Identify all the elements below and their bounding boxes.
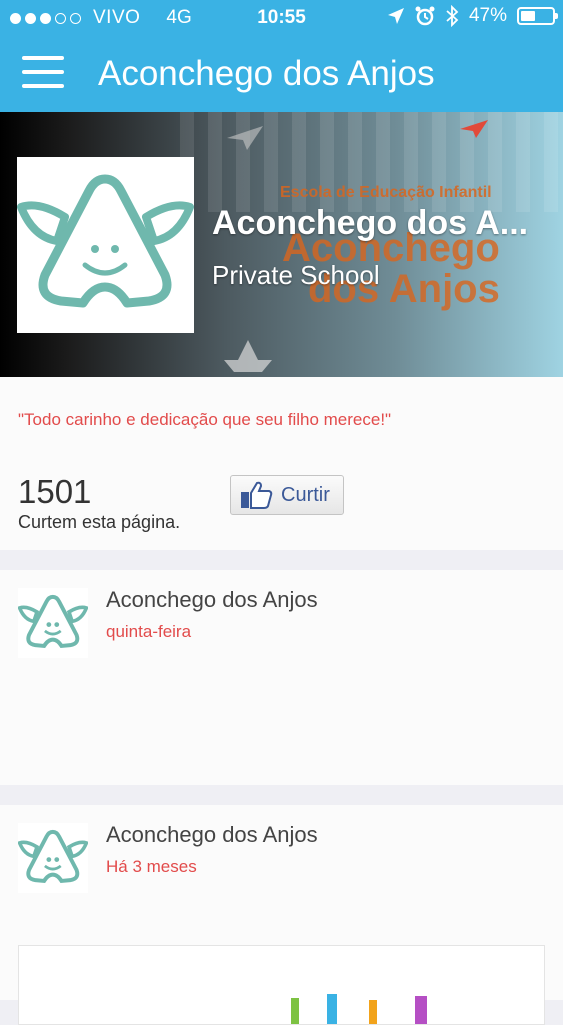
post-image[interactable] <box>18 945 545 1025</box>
page-name: Aconchego dos A... <box>212 204 529 242</box>
page-title: Aconchego dos Anjos <box>98 54 435 93</box>
angel-logo-icon <box>17 174 194 308</box>
likes-label: Curtem esta página. <box>18 512 181 532</box>
page-quote: "Todo carinho e dedicação que seu filho … <box>18 410 392 429</box>
thumbs-up-icon <box>241 481 273 509</box>
likes-count: 1501 <box>18 473 92 510</box>
location-arrow-icon <box>387 8 404 24</box>
post-time[interactable]: Há 3 meses <box>106 857 197 877</box>
battery-fill <box>521 11 535 21</box>
menu-icon[interactable] <box>22 56 64 90</box>
post-time[interactable]: quinta-feira <box>106 622 191 642</box>
battery-icon <box>517 7 558 25</box>
navigation-bar: Aconchego dos Anjos <box>0 40 563 112</box>
angel-logo-icon <box>17 829 89 884</box>
avatar[interactable] <box>17 588 89 658</box>
avatar[interactable] <box>17 823 89 893</box>
top-bar: VIVO 4G 10:55 47% Aconchego dos Anjos <box>0 0 563 112</box>
feed-post[interactable]: Aconchego dos Anjos Há 3 meses <box>0 805 563 1025</box>
about-card: "Todo carinho e dedicação que seu filho … <box>0 377 563 550</box>
page-category: Private School <box>212 260 380 290</box>
paper-plane-icon <box>460 120 488 138</box>
angel-logo-icon <box>17 594 89 649</box>
post-author[interactable]: Aconchego dos Anjos <box>106 587 318 613</box>
bluetooth-icon <box>446 5 459 27</box>
alarm-clock-icon <box>415 6 435 26</box>
post-author[interactable]: Aconchego dos Anjos <box>106 822 318 848</box>
battery-percent: 47% <box>468 5 507 26</box>
post-image-graphic <box>291 994 427 1024</box>
paper-plane-icon <box>227 126 263 150</box>
cover-tagline: Escola de Educação Infantil <box>280 184 492 201</box>
profile-picture[interactable] <box>17 157 194 333</box>
status-icons: 47% <box>387 5 558 27</box>
status-bar: VIVO 4G 10:55 47% <box>0 0 563 36</box>
like-button-label: Curtir <box>281 483 330 506</box>
like-button[interactable]: Curtir <box>230 475 344 515</box>
paper-boat-icon <box>224 340 272 372</box>
cover-photo: Escola de Educação Infantil Aconchego do… <box>0 112 563 377</box>
feed-post[interactable]: Aconchego dos Anjos quinta-feira <box>0 570 563 785</box>
